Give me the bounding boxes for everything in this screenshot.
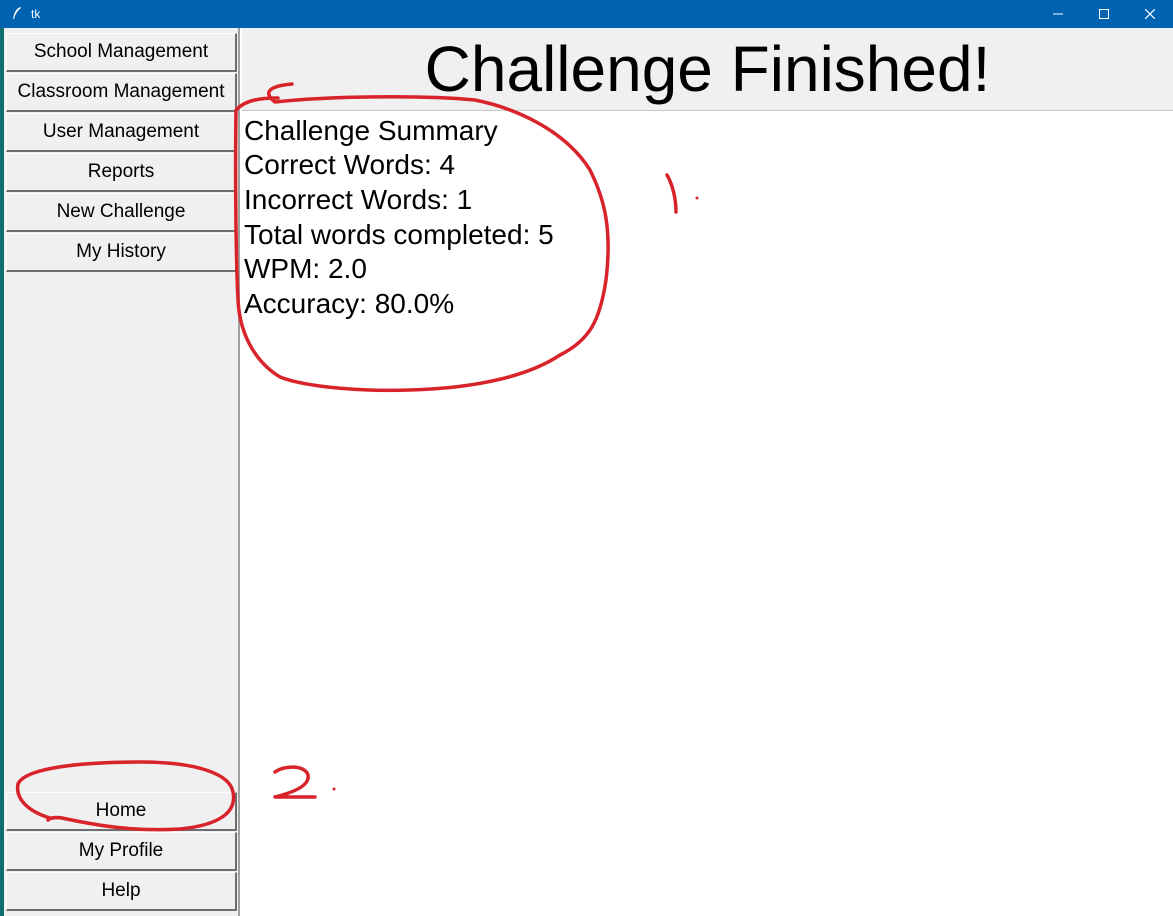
- minimize-button[interactable]: [1035, 0, 1081, 28]
- classroom-management-button[interactable]: Classroom Management: [6, 73, 237, 112]
- maximize-icon: [1099, 9, 1109, 19]
- main-content: Challenge Summary Correct Words: 4 Incor…: [242, 111, 1173, 916]
- header: Challenge Finished!: [242, 28, 1173, 111]
- my-profile-button[interactable]: My Profile: [6, 832, 237, 871]
- feather-icon: [13, 7, 21, 19]
- wpm: WPM: 2.0: [244, 253, 367, 284]
- close-icon: [1145, 9, 1155, 19]
- page-title: Challenge Finished!: [424, 33, 991, 105]
- total-words: Total words completed: 5: [244, 219, 554, 250]
- sidebar: School Management Classroom Management U…: [4, 28, 240, 916]
- incorrect-words: Incorrect Words: 1: [244, 184, 473, 215]
- my-history-button[interactable]: My History: [6, 233, 237, 272]
- window-titlebar: tk: [0, 0, 1173, 28]
- minimize-icon: [1053, 13, 1063, 15]
- home-button[interactable]: Home: [6, 792, 237, 831]
- school-management-button[interactable]: School Management: [6, 33, 237, 72]
- close-button[interactable]: [1127, 0, 1173, 28]
- user-management-button[interactable]: User Management: [6, 113, 237, 152]
- maximize-button[interactable]: [1081, 0, 1127, 28]
- correct-words: Correct Words: 4: [244, 149, 456, 180]
- accuracy: Accuracy: 80.0%: [244, 288, 455, 319]
- summary-heading: Challenge Summary: [244, 115, 498, 146]
- reports-button[interactable]: Reports: [6, 153, 237, 192]
- new-challenge-button[interactable]: New Challenge: [6, 193, 237, 232]
- help-button[interactable]: Help: [6, 872, 237, 911]
- window-title: tk: [31, 7, 41, 21]
